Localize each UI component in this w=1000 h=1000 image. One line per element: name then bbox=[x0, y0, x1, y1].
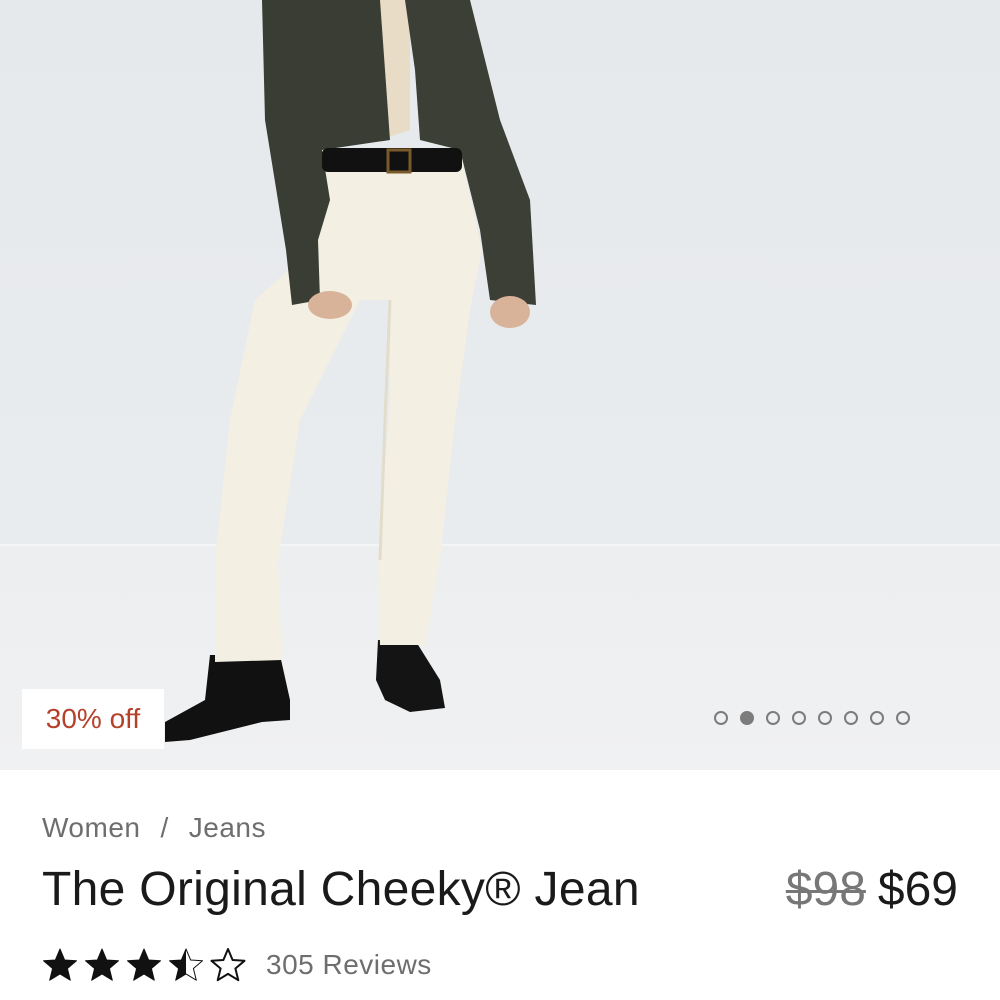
star-half-icon bbox=[169, 948, 203, 981]
product-photo bbox=[165, 0, 536, 742]
carousel-dots[interactable] bbox=[714, 711, 910, 725]
breadcrumb-separator: / bbox=[160, 812, 169, 843]
left-boot bbox=[165, 655, 290, 742]
left-hand bbox=[308, 291, 352, 319]
discount-badge: 30% off bbox=[22, 689, 164, 749]
breadcrumb-jeans[interactable]: Jeans bbox=[189, 812, 266, 844]
carousel-dot[interactable] bbox=[740, 711, 754, 725]
right-hand bbox=[490, 296, 530, 328]
carousel-dot[interactable] bbox=[818, 711, 832, 725]
star-filled-icon bbox=[43, 948, 77, 981]
sale-price: $69 bbox=[877, 863, 958, 916]
star-empty-icon bbox=[210, 948, 246, 982]
carousel-dot[interactable] bbox=[896, 711, 910, 725]
jeans bbox=[215, 150, 482, 662]
breadcrumb: Women / Jeans bbox=[42, 812, 266, 844]
carousel-dot[interactable] bbox=[766, 711, 780, 725]
carousel-dot[interactable] bbox=[844, 711, 858, 725]
rating: 305 Reviews bbox=[42, 948, 432, 982]
right-boot bbox=[376, 640, 445, 712]
belt bbox=[322, 148, 462, 172]
star-filled-icon bbox=[127, 948, 161, 981]
reviews-link[interactable]: 305 Reviews bbox=[266, 949, 432, 981]
carousel-dot[interactable] bbox=[792, 711, 806, 725]
price-block: $98 $69 bbox=[786, 862, 958, 917]
carousel-dot[interactable] bbox=[714, 711, 728, 725]
breadcrumb-women[interactable]: Women bbox=[42, 812, 140, 844]
star-rating bbox=[42, 948, 246, 982]
product-title: The Original Cheeky® Jean bbox=[42, 863, 640, 916]
carousel-dot[interactable] bbox=[870, 711, 884, 725]
product-image-carousel[interactable]: 30% off bbox=[0, 0, 1000, 770]
original-price: $98 bbox=[785, 863, 866, 916]
star-filled-icon bbox=[85, 948, 119, 981]
product-info: Women / Jeans The Original Cheeky® Jean … bbox=[0, 770, 1000, 1000]
